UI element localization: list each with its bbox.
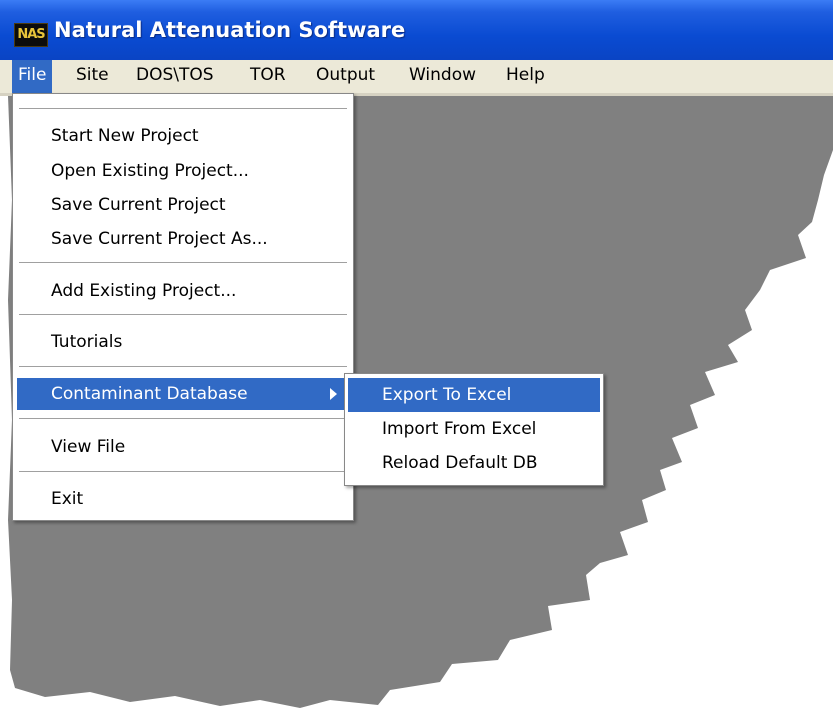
menu-item-contaminant-database-label: Contaminant Database <box>51 384 248 404</box>
menu-item-save-current-project[interactable]: Save Current Project <box>17 189 349 221</box>
menu-item-save-current-project-as[interactable]: Save Current Project As... <box>17 223 349 255</box>
menu-item-contaminant-database[interactable]: Contaminant Database <box>17 378 349 410</box>
menu-help[interactable]: Help <box>500 60 551 93</box>
title-bar[interactable]: NAS Natural Attenuation Software <box>0 0 833 60</box>
menu-separator <box>19 471 347 472</box>
menu-separator <box>19 366 347 367</box>
submenu-arrow-icon <box>330 388 337 400</box>
menu-tor[interactable]: TOR <box>244 60 292 93</box>
menu-item-start-new-project[interactable]: Start New Project <box>17 120 349 152</box>
menu-site[interactable]: Site <box>70 60 115 93</box>
submenu-item-export-to-excel[interactable]: Export To Excel <box>348 378 600 412</box>
file-menu-dropdown: Start New Project Open Existing Project.… <box>12 93 354 521</box>
menu-separator <box>19 314 347 315</box>
contaminant-database-submenu: Export To Excel Import From Excel Reload… <box>344 373 604 486</box>
menu-bar: File Site DOS\TOS TOR Output Window Help <box>0 60 833 96</box>
window-title: Natural Attenuation Software <box>54 18 406 42</box>
menu-item-tutorials[interactable]: Tutorials <box>17 326 349 358</box>
menu-dos-tos[interactable]: DOS\TOS <box>130 60 220 93</box>
menu-item-exit[interactable]: Exit <box>17 483 349 515</box>
menu-item-open-existing-project[interactable]: Open Existing Project... <box>17 155 349 187</box>
menu-separator <box>19 108 347 109</box>
submenu-item-import-from-excel[interactable]: Import From Excel <box>348 412 600 446</box>
menu-file[interactable]: File <box>12 60 53 93</box>
menu-separator <box>19 418 347 419</box>
nas-app-icon[interactable]: NAS <box>14 23 48 47</box>
menu-output[interactable]: Output <box>310 60 381 93</box>
menu-window[interactable]: Window <box>403 60 482 93</box>
submenu-item-reload-default-db[interactable]: Reload Default DB <box>348 446 600 480</box>
menu-item-view-file[interactable]: View File <box>17 431 349 463</box>
menu-separator <box>19 262 347 263</box>
menu-item-add-existing-project[interactable]: Add Existing Project... <box>17 275 349 307</box>
